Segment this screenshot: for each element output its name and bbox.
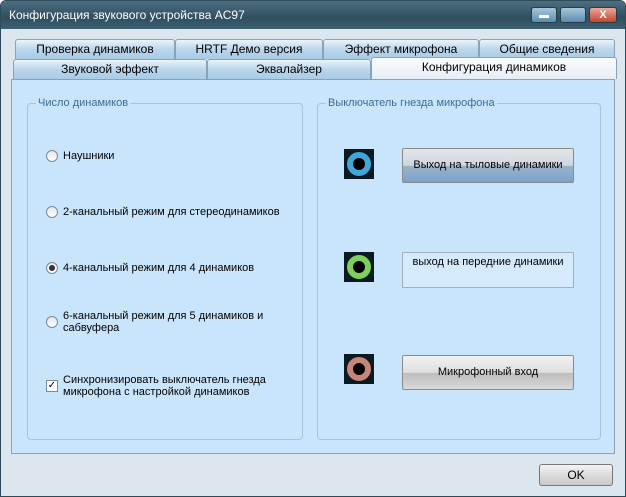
- dialog-window: Конфигурация звукового устройства AC97 X…: [0, 0, 626, 497]
- minimize-icon: [539, 15, 549, 18]
- checkbox[interactable]: ✓: [46, 380, 58, 392]
- tab-sound-effect[interactable]: Звуковой эффект: [13, 59, 207, 79]
- radio-button[interactable]: [46, 316, 58, 328]
- radio-label: Наушники: [63, 150, 115, 162]
- title-bar: Конфигурация звукового устройства AC97 X: [1, 1, 625, 29]
- tab-hrtf-demo[interactable]: HRTF Демо версия: [175, 39, 323, 59]
- radio-4ch[interactable]: 4-канальный режим для 4 динамиков: [46, 262, 254, 274]
- speaker-count-label: Число динамиков: [36, 97, 131, 109]
- close-icon: X: [599, 9, 607, 21]
- radio-label: 6-канальный режим для 5 динамиков и сабв…: [63, 310, 264, 334]
- blue-jack-icon: [344, 149, 374, 179]
- radio-button[interactable]: [46, 206, 58, 218]
- radio-label: 4-канальный режим для 4 динамиков: [63, 262, 255, 274]
- speaker-count-group: Число динамиков Наушники 2-канальный реж…: [27, 97, 303, 440]
- jack-switch-group: Выключатель гнезда микрофона Выход на ты…: [317, 97, 601, 440]
- radio-button[interactable]: [46, 150, 58, 162]
- minimize-button[interactable]: [531, 7, 557, 23]
- radio-2ch[interactable]: 2-канальный режим для стереодинамиков: [46, 206, 280, 218]
- tab-speaker-test[interactable]: Проверка динамиков: [15, 39, 175, 59]
- window-title: Конфигурация звукового устройства AC97: [9, 8, 245, 22]
- front-speakers-label: выход на передние динамики: [402, 252, 574, 288]
- tab-general-info[interactable]: Общие сведения: [479, 39, 615, 59]
- maximize-button[interactable]: [560, 7, 586, 23]
- pink-jack-icon: [344, 354, 374, 384]
- radio-6ch[interactable]: 6-канальный режим для 5 динамиков и сабв…: [46, 310, 286, 334]
- tab-speaker-config[interactable]: Конфигурация динамиков: [371, 57, 617, 79]
- checkbox-label: Синхронизировать выключатель гнезда микр…: [63, 374, 266, 398]
- ok-button[interactable]: OK: [539, 464, 613, 486]
- jack-switch-label: Выключатель гнезда микрофона: [326, 97, 497, 109]
- close-button[interactable]: X: [589, 7, 617, 23]
- green-jack-icon: [344, 252, 374, 282]
- tab-mic-effect[interactable]: Эффект микрофона: [323, 39, 479, 59]
- client-area: Проверка динамиков HRTF Демо версия Эффе…: [7, 29, 619, 492]
- tab-panel: Число динамиков Наушники 2-канальный реж…: [11, 79, 615, 454]
- rear-speakers-button[interactable]: Выход на тыловые динамики: [402, 148, 574, 183]
- tab-equalizer[interactable]: Эквалайзер: [207, 59, 371, 79]
- radio-headphones[interactable]: Наушники: [46, 150, 114, 162]
- radio-label: 2-канальный режим для стереодинамиков: [63, 206, 280, 218]
- sync-checkbox[interactable]: ✓ Синхронизировать выключатель гнезда мик…: [46, 374, 286, 398]
- radio-button[interactable]: [46, 262, 58, 274]
- mic-input-button[interactable]: Микрофонный вход: [402, 355, 574, 390]
